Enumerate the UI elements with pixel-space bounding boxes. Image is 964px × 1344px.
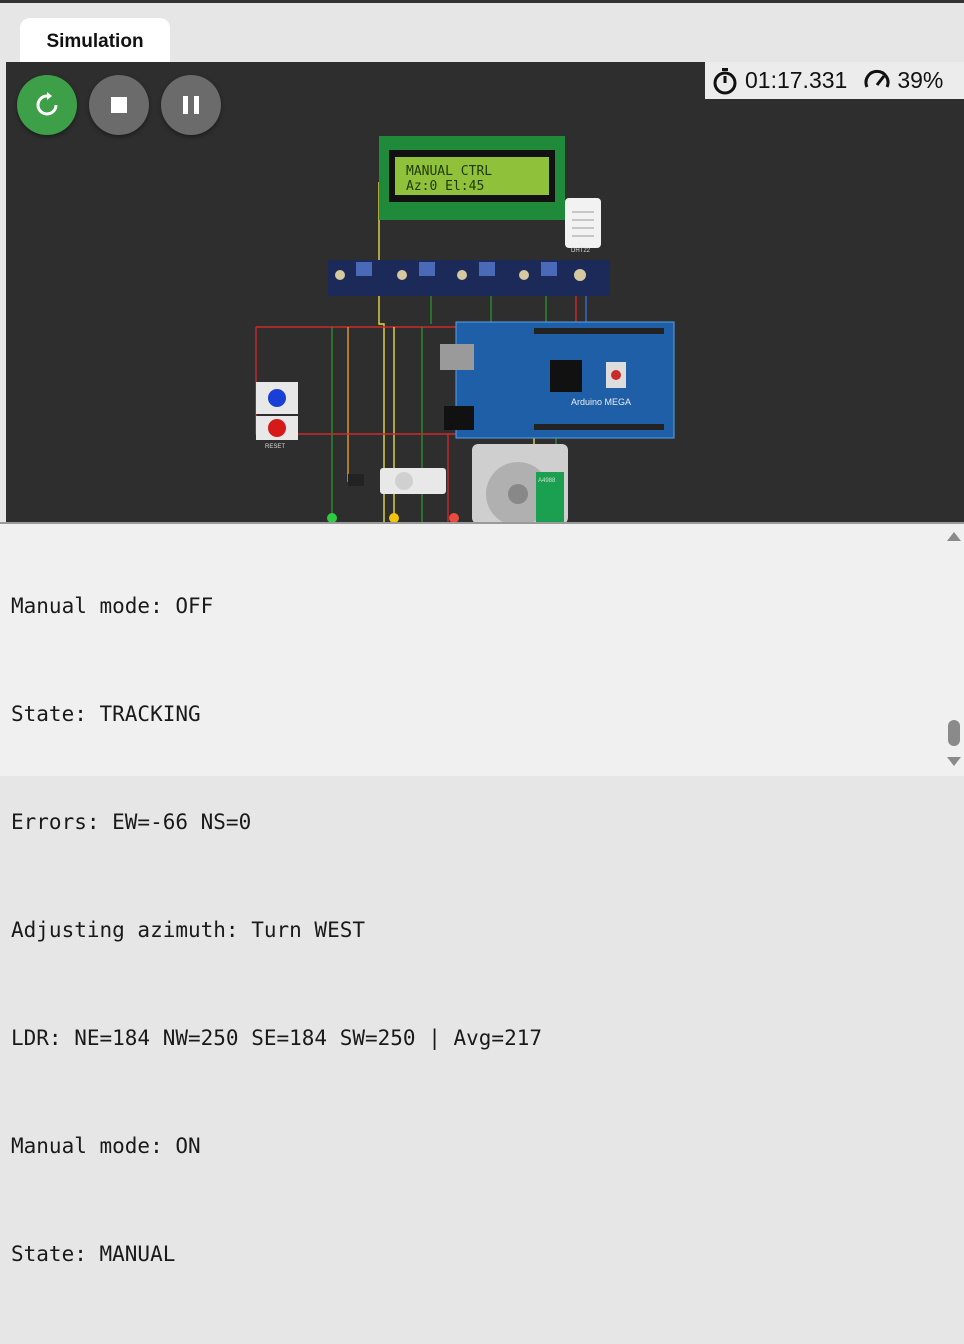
serial-line: Manual mode: OFF bbox=[11, 594, 214, 618]
serial-line: Adjusting azimuth: Turn WEST bbox=[11, 918, 366, 942]
usb-port bbox=[440, 344, 474, 370]
serial-scrollbar[interactable] bbox=[944, 524, 964, 776]
pause-icon bbox=[183, 96, 199, 114]
scroll-down-icon[interactable] bbox=[947, 757, 961, 766]
lcd-line-2: Az:0 El:45 bbox=[406, 179, 484, 194]
serial-line: LDR: NE=184 NW=250 SE=184 SW=250 | Avg=2… bbox=[11, 1026, 543, 1050]
restart-icon bbox=[36, 92, 58, 116]
serial-line: State: MANUAL bbox=[11, 1242, 176, 1266]
power-jack bbox=[444, 406, 474, 430]
stop-icon bbox=[111, 97, 127, 113]
serial-line: Manual mode: ON bbox=[11, 1134, 201, 1158]
stop-button[interactable] bbox=[89, 75, 149, 135]
simulation-canvas[interactable]: MANUAL CTRL Az:0 El:45 DHT22 Arduino MEG… bbox=[6, 62, 964, 522]
serial-monitor[interactable]: Manual mode: OFF State: TRACKING Errors:… bbox=[0, 522, 964, 1266]
tab-bar: Simulation bbox=[0, 0, 964, 65]
serial-output: Manual mode: OFF State: TRACKING Errors:… bbox=[11, 524, 542, 1344]
tab-label: Simulation bbox=[46, 30, 144, 52]
mcu-chip bbox=[550, 360, 582, 392]
driver-label: A4988 bbox=[538, 478, 556, 484]
restart-button[interactable] bbox=[17, 75, 77, 135]
pause-button[interactable] bbox=[161, 75, 221, 135]
scroll-thumb[interactable] bbox=[948, 720, 960, 746]
scroll-up-icon[interactable] bbox=[947, 532, 961, 541]
speed-value: 39% bbox=[897, 67, 944, 93]
arduino-label: Arduino MEGA bbox=[571, 397, 631, 407]
led bbox=[449, 513, 459, 522]
lcd-line-1: MANUAL CTRL bbox=[406, 164, 492, 179]
serial-line: State: TRACKING bbox=[11, 702, 201, 726]
dht22-label: DHT22 bbox=[571, 248, 591, 254]
timer-value: 01:17.331 bbox=[745, 67, 848, 93]
led bbox=[389, 513, 399, 522]
speedometer-icon bbox=[864, 69, 890, 88]
tab-simulation[interactable]: Simulation bbox=[20, 18, 170, 65]
dht22-sensor bbox=[565, 198, 601, 248]
stopwatch-icon bbox=[713, 67, 737, 94]
led bbox=[327, 513, 337, 522]
circuit-diagram: MANUAL CTRL Az:0 El:45 DHT22 Arduino MEG… bbox=[255, 136, 675, 522]
serial-line: Errors: EW=-66 NS=0 bbox=[11, 810, 252, 834]
simulation-status: 01:17.331 39% bbox=[705, 62, 964, 99]
reset-label: RESET bbox=[265, 444, 285, 450]
